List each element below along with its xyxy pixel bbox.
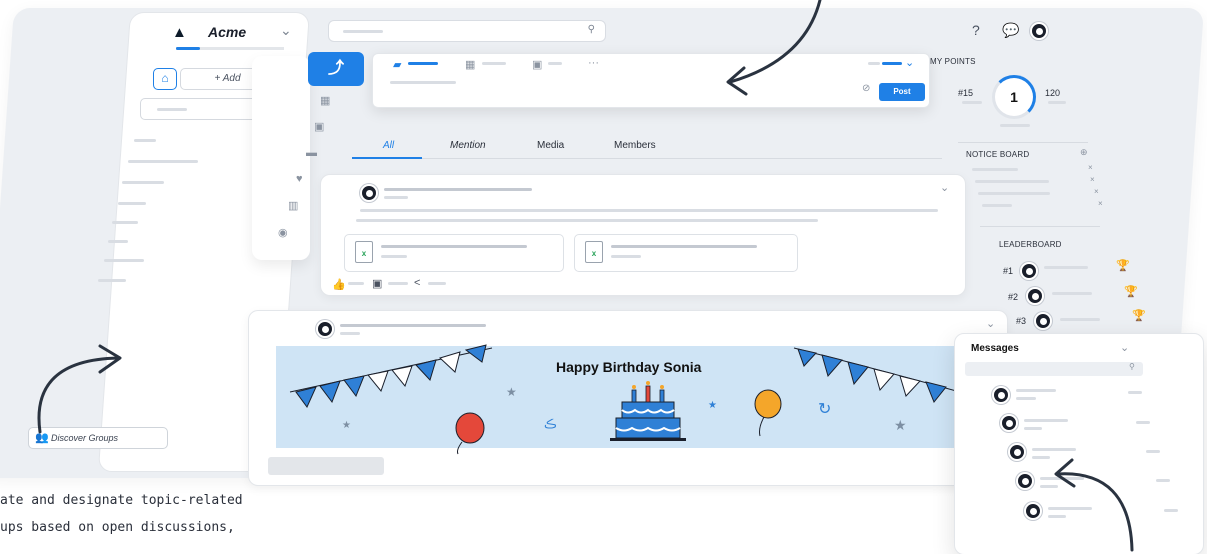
conversation-avatar[interactable] <box>1016 472 1034 490</box>
conversation-avatar[interactable] <box>992 386 1010 404</box>
conversation-avatar[interactable] <box>1008 443 1026 461</box>
points-rank: #15 <box>958 88 974 98</box>
post-footer-bar <box>268 457 384 475</box>
panel-divider <box>958 142 1088 143</box>
tab-media[interactable]: Media <box>537 140 564 151</box>
sidebar-item[interactable] <box>128 160 198 163</box>
user-avatar[interactable] <box>1030 22 1048 40</box>
org-progress <box>176 47 284 50</box>
gold-medal-icon: 🏆 <box>1116 260 1130 272</box>
tabs-divider <box>352 158 942 159</box>
file-attachment[interactable]: x <box>574 234 798 272</box>
close-icon[interactable]: × <box>1098 199 1103 208</box>
spreadsheet-file-icon: x <box>585 241 603 263</box>
attach-icon[interactable]: ⊘ <box>862 83 870 94</box>
media-tab-icon[interactable]: ▣ <box>532 58 542 71</box>
post-author-avatar[interactable] <box>316 320 334 338</box>
chat-icon[interactable]: 💬 <box>1002 22 1019 39</box>
panel-divider <box>980 226 1100 227</box>
leaderboard-rank-1: #1 <box>1003 266 1014 276</box>
sidebar-item[interactable] <box>98 279 126 282</box>
points-gauge: 1 <box>992 75 1036 119</box>
org-switcher[interactable]: ▲ Acme ⌄ <box>162 20 302 50</box>
search-icon: ⚲ <box>1129 362 1135 371</box>
active-tab-indicator <box>352 157 422 159</box>
conversation-avatar[interactable] <box>1024 502 1042 520</box>
tab-members[interactable]: Members <box>614 140 656 151</box>
close-icon[interactable]: × <box>1090 175 1095 184</box>
messages-search-input[interactable]: ⚲ <box>965 362 1143 376</box>
page: ▲ Acme ⌄ ⌂ + Add ⚲ 👥 Discover Groups ⚲ ?… <box>0 0 1207 554</box>
points-next: 120 <box>1045 88 1061 98</box>
close-icon[interactable]: × <box>1094 187 1099 196</box>
leaderboard-title: LEADERBOARD <box>999 240 1062 249</box>
leader-avatar[interactable] <box>1020 262 1038 280</box>
messages-title: Messages <box>971 343 1019 354</box>
file-attachment[interactable]: x <box>344 234 564 272</box>
sidebar-item[interactable] <box>108 240 128 243</box>
messages-chevron-icon[interactable]: ⌄ <box>1120 341 1129 354</box>
heart-icon[interactable]: ♥ <box>296 173 303 185</box>
leader-avatar[interactable] <box>1034 312 1052 330</box>
caption-line-2: ups based on open discussions, <box>0 520 235 535</box>
org-name: Acme <box>208 24 247 40</box>
sidebar-item[interactable] <box>134 139 156 142</box>
help-icon[interactable]: ? <box>972 22 980 38</box>
chevron-down-icon[interactable]: ⌄ <box>280 22 292 39</box>
banner-title: Happy Birthday Sonia <box>556 359 702 375</box>
post-menu-chevron-icon[interactable]: ⌄ <box>986 317 995 330</box>
post-author-avatar[interactable] <box>360 184 378 202</box>
building-icon[interactable]: ▥ <box>288 199 298 212</box>
leaderboard-rank-3: #3 <box>1016 316 1027 326</box>
check-circle-icon[interactable]: ◉ <box>278 226 288 239</box>
leader-avatar[interactable] <box>1026 287 1044 305</box>
close-icon[interactable]: × <box>1088 163 1093 172</box>
post-composer[interactable] <box>372 53 930 108</box>
calendar-icon[interactable]: ▦ <box>320 94 330 107</box>
post-button[interactable]: Post <box>879 83 925 101</box>
post-menu-chevron-icon[interactable]: ⌄ <box>940 181 949 194</box>
comment-icon[interactable]: ▣ <box>372 277 382 290</box>
org-logo-icon: ▲ <box>172 24 187 41</box>
like-icon[interactable]: 👍 <box>332 278 346 291</box>
feed-icon[interactable]: ⤴ <box>308 52 364 86</box>
silver-medal-icon: 🏆 <box>1124 286 1138 298</box>
search-icon: ⚲ <box>587 24 595 35</box>
post-tab-icon[interactable]: ▰ <box>393 58 401 71</box>
caption-line-1: ate and designate topic-related <box>0 493 243 508</box>
my-points-title: MY POINTS <box>930 57 976 66</box>
tab-all[interactable]: All <box>383 140 394 151</box>
users-icon: 👥 <box>35 432 49 444</box>
conversation-avatar[interactable] <box>1000 414 1018 432</box>
image-icon[interactable]: ▣ <box>314 120 324 133</box>
share-icon[interactable]: < <box>414 277 420 289</box>
discover-groups-button[interactable]: 👥 Discover Groups <box>28 427 168 449</box>
home-button[interactable]: ⌂ <box>153 68 177 90</box>
global-search-input[interactable]: ⚲ <box>328 20 606 42</box>
event-tab-icon[interactable]: ▦ <box>465 58 475 71</box>
leaderboard-rank-2: #2 <box>1008 292 1019 302</box>
notice-board-title: NOTICE BOARD <box>966 150 1030 159</box>
notice-add-icon[interactable]: ⊕ <box>1080 147 1088 158</box>
sidebar-item[interactable] <box>104 259 144 262</box>
tab-mention[interactable]: Mention <box>450 140 486 151</box>
more-icon[interactable]: ··· <box>588 57 599 69</box>
sidebar-item[interactable] <box>122 181 164 184</box>
sidebar-item[interactable] <box>112 221 138 224</box>
audience-chevron-icon[interactable]: ⌄ <box>905 56 914 69</box>
spreadsheet-file-icon: x <box>355 241 373 263</box>
sidebar-item[interactable] <box>118 202 146 205</box>
sidebar-search-input[interactable]: ⚲ <box>140 98 268 120</box>
briefcase-icon[interactable]: ▬ <box>306 147 317 159</box>
discover-groups-label: Discover Groups <box>51 433 119 443</box>
bronze-medal-icon: 🏆 <box>1132 310 1146 322</box>
